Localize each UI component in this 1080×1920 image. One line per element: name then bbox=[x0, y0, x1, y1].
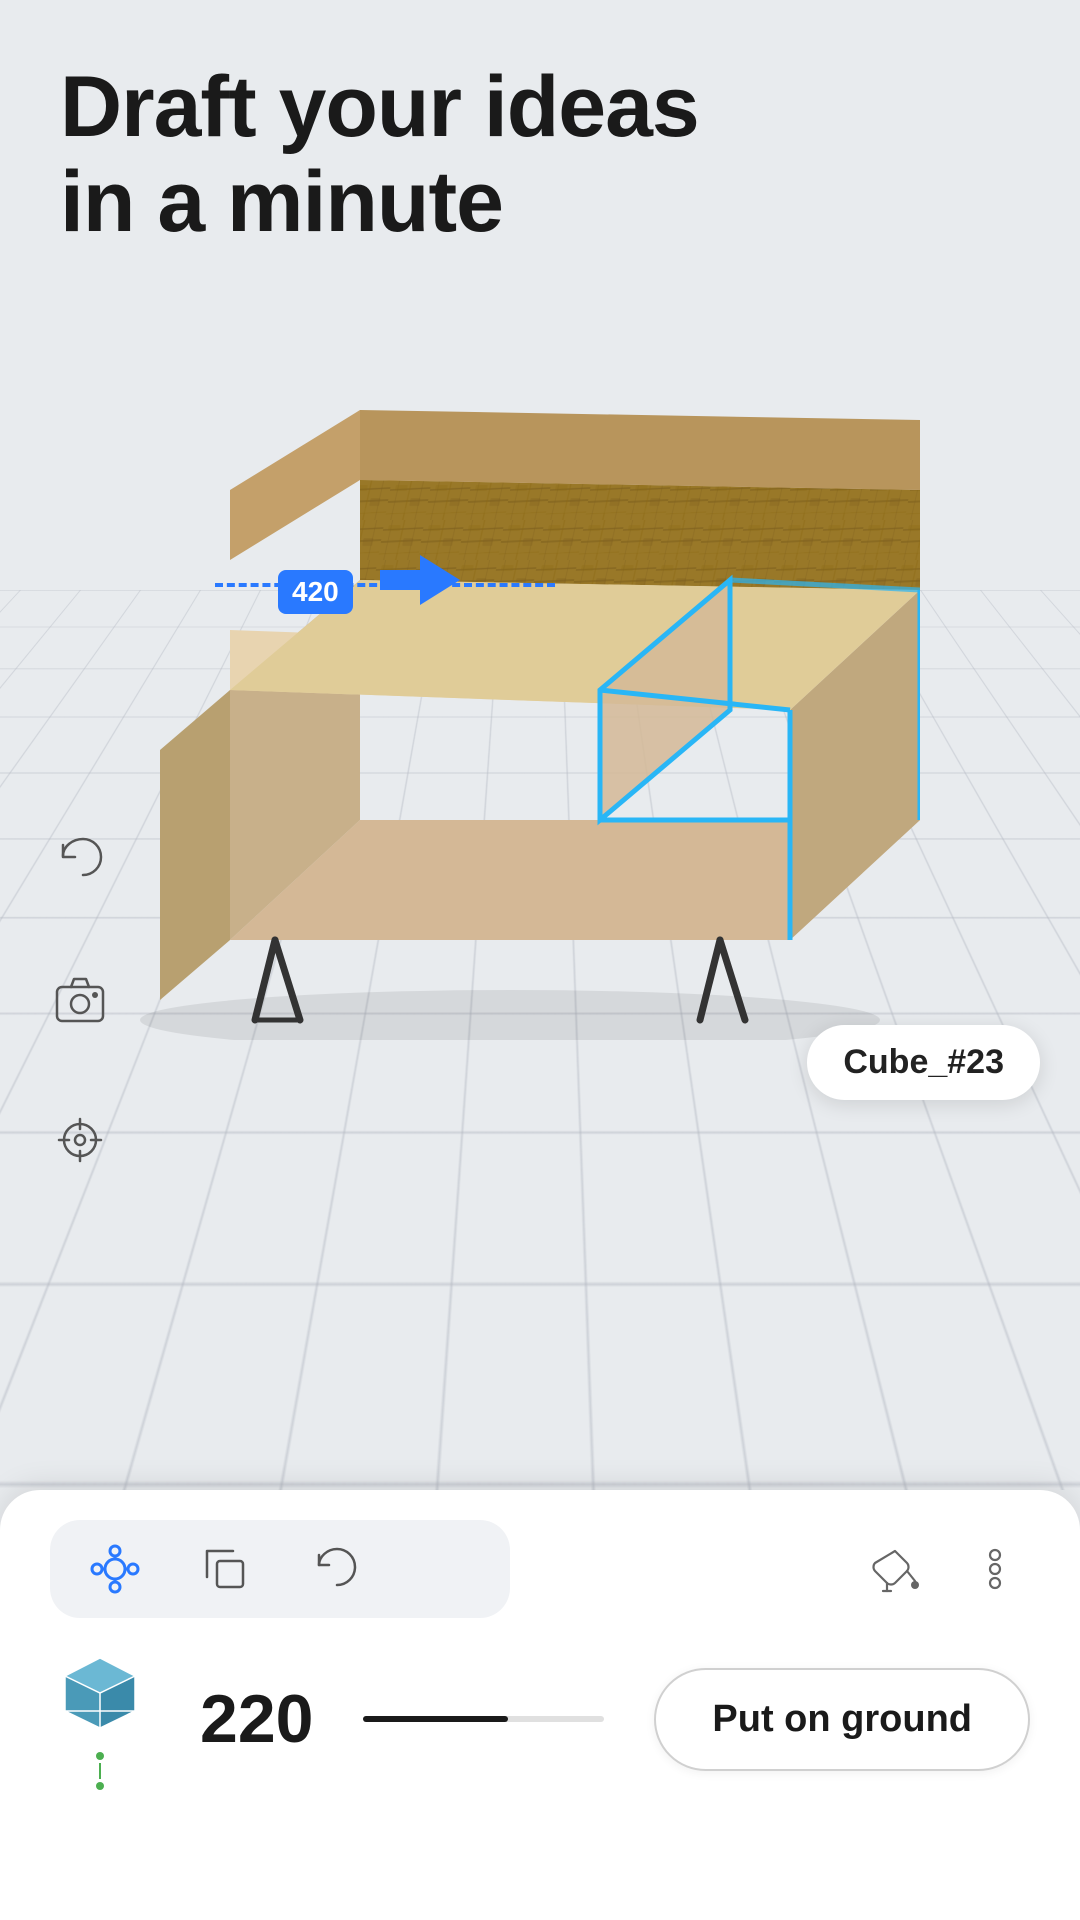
toolbar-right-group bbox=[860, 1534, 1030, 1604]
position-indicator bbox=[96, 1752, 104, 1790]
height-progress-bar bbox=[363, 1716, 604, 1722]
undo-toolbar-button[interactable] bbox=[300, 1534, 370, 1604]
arrow-indicator bbox=[380, 555, 460, 616]
header: Draft your ideas in a minute bbox=[60, 60, 699, 249]
transform-button[interactable] bbox=[80, 1534, 150, 1604]
camera-button[interactable] bbox=[40, 960, 120, 1040]
put-on-ground-button[interactable]: Put on ground bbox=[654, 1668, 1030, 1771]
furniture-object[interactable] bbox=[100, 320, 920, 1040]
left-toolbar bbox=[40, 820, 120, 1180]
target-button[interactable] bbox=[40, 1100, 120, 1180]
undo-button[interactable] bbox=[40, 820, 120, 900]
paint-button[interactable] bbox=[860, 1534, 930, 1604]
measurement-label: 420 bbox=[278, 570, 353, 614]
header-title: Draft your ideas in a minute bbox=[60, 60, 699, 249]
bottom-panel: 220 Put on ground bbox=[0, 1490, 1080, 1920]
more-button[interactable] bbox=[960, 1534, 1030, 1604]
cube-label: Cube_#23 bbox=[807, 1025, 1040, 1100]
bottom-action-row: 220 Put on ground bbox=[0, 1628, 1080, 1820]
bottom-toolbar bbox=[0, 1490, 1080, 1628]
duplicate-button[interactable] bbox=[190, 1534, 260, 1604]
height-progress-fill bbox=[363, 1716, 508, 1722]
cube-3d-icon bbox=[50, 1648, 150, 1748]
toolbar-left-group bbox=[50, 1520, 510, 1618]
height-value: 220 bbox=[200, 1680, 313, 1758]
cube-icon-container bbox=[50, 1648, 150, 1790]
